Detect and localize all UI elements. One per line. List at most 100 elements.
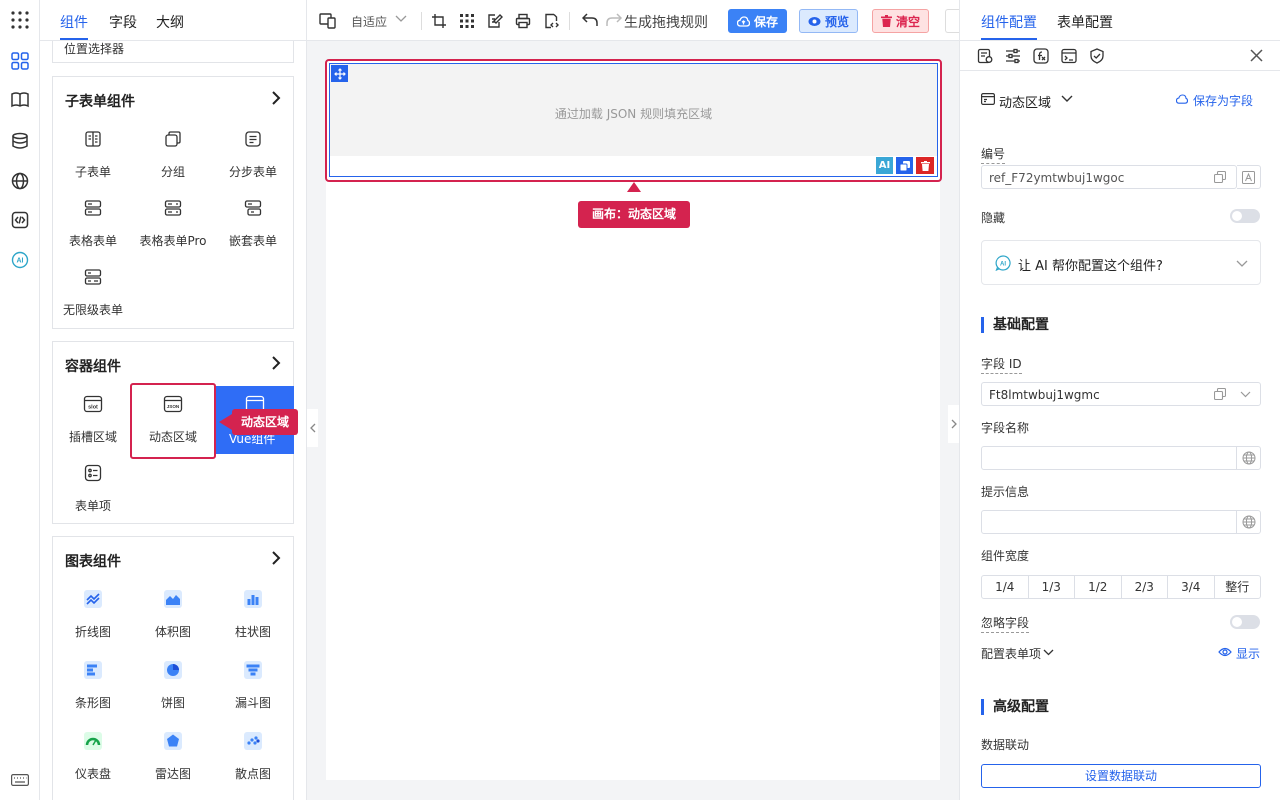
canvas[interactable]: 通过加载 JSON 规则填充区域 AI bbox=[325, 59, 942, 780]
width-option-1-3[interactable]: 1/3 bbox=[1029, 576, 1075, 598]
field-id-input[interactable]: Ft8lmtwbuj1wgmc bbox=[981, 382, 1261, 406]
divider bbox=[1236, 447, 1237, 469]
chevron-down-icon[interactable] bbox=[1043, 649, 1054, 656]
ignore-field-toggle[interactable] bbox=[1230, 615, 1260, 629]
save-as-field-link[interactable]: 保存为字段 bbox=[1193, 92, 1253, 109]
grid-dots-icon[interactable] bbox=[459, 13, 475, 29]
svg-text:slot: slot bbox=[88, 405, 98, 411]
divider bbox=[421, 12, 422, 30]
width-label: 组件宽度 bbox=[981, 549, 1030, 563]
globe-icon[interactable] bbox=[1242, 515, 1256, 529]
copy-icon[interactable] bbox=[1214, 388, 1226, 400]
form-item-config-label[interactable]: 配置表单项 bbox=[981, 645, 1041, 662]
generate-rules-button[interactable]: 生成拖拽规则 bbox=[624, 12, 708, 32]
hidden-toggle[interactable] bbox=[1230, 209, 1260, 223]
book-icon[interactable] bbox=[9, 89, 31, 111]
hint-input[interactable] bbox=[981, 510, 1261, 534]
width-option-1-2[interactable]: 1/2 bbox=[1075, 576, 1122, 598]
preview-button[interactable]: 预览 bbox=[799, 9, 859, 33]
print-icon[interactable] bbox=[515, 13, 531, 29]
globe-icon[interactable] bbox=[9, 170, 31, 192]
tab-components[interactable]: 组件 bbox=[60, 12, 88, 32]
nested-form-icon bbox=[243, 198, 263, 218]
chevron-down-icon[interactable] bbox=[1240, 391, 1251, 398]
keyboard-icon[interactable] bbox=[9, 769, 31, 791]
width-option-3-4[interactable]: 3/4 bbox=[1168, 576, 1215, 598]
sliders-icon[interactable] bbox=[1005, 48, 1021, 64]
chevron-down-icon[interactable] bbox=[1236, 260, 1248, 268]
gauge-chart-icon bbox=[83, 731, 103, 751]
component-nested-form[interactable]: 嵌套表单 bbox=[213, 184, 293, 252]
chart-radar[interactable]: 雷达图 bbox=[133, 717, 213, 785]
component-name[interactable]: 动态区域 bbox=[999, 92, 1051, 111]
chart-pie[interactable]: 饼图 bbox=[133, 646, 213, 714]
component-step-form[interactable]: 分步表单 bbox=[213, 115, 293, 183]
width-option-2-3[interactable]: 2/3 bbox=[1122, 576, 1168, 598]
eye-icon bbox=[808, 16, 821, 26]
component-group[interactable]: 分组 bbox=[133, 115, 213, 183]
clear-button[interactable]: 清空 bbox=[872, 9, 930, 33]
chart-funnel[interactable]: 漏斗图 bbox=[213, 646, 293, 714]
redo-icon[interactable] bbox=[606, 13, 622, 27]
line-chart-icon bbox=[83, 589, 103, 609]
tab-component-config[interactable]: 组件配置 bbox=[981, 12, 1037, 32]
chart-horizontal-bar[interactable]: 条形图 bbox=[53, 646, 133, 714]
ai-icon[interactable]: AI bbox=[9, 249, 31, 271]
field-name-input[interactable] bbox=[981, 446, 1261, 470]
chevron-down-icon[interactable] bbox=[395, 15, 407, 23]
tab-fields[interactable]: 字段 bbox=[109, 12, 137, 32]
toolbar: 自适应 生成拖拽规则 保存 预览 清空 bbox=[307, 0, 959, 41]
code-file-icon[interactable] bbox=[543, 13, 559, 29]
chart-area[interactable]: 体积图 bbox=[133, 575, 213, 643]
undo-icon[interactable] bbox=[582, 13, 598, 27]
show-link[interactable]: 显示 bbox=[1236, 645, 1260, 662]
shield-icon[interactable] bbox=[1089, 48, 1105, 64]
width-option-full[interactable]: 整行 bbox=[1215, 576, 1261, 598]
chart-bar[interactable]: 柱状图 bbox=[213, 575, 293, 643]
component-table-form-pro[interactable]: 表格表单Pro bbox=[133, 184, 213, 252]
chevron-down-icon[interactable] bbox=[1061, 95, 1073, 103]
collapse-right-handle[interactable] bbox=[948, 405, 959, 443]
tab-outline[interactable]: 大纲 bbox=[156, 12, 184, 32]
terminal-icon[interactable] bbox=[1061, 48, 1077, 64]
tab-form-config[interactable]: 表单配置 bbox=[1057, 12, 1113, 32]
chart-line[interactable]: 折线图 bbox=[53, 575, 133, 643]
copy-icon[interactable] bbox=[1214, 171, 1226, 183]
chevron-right-icon[interactable] bbox=[271, 356, 281, 370]
width-option-1-4[interactable]: 1/4 bbox=[982, 576, 1029, 598]
component-subform[interactable]: 子表单 bbox=[53, 115, 133, 183]
chevron-right-icon[interactable] bbox=[271, 551, 281, 565]
set-data-link-button[interactable]: 设置数据联动 bbox=[981, 764, 1261, 788]
components-icon[interactable] bbox=[9, 50, 31, 72]
id-input[interactable]: ref_F72ymtwbuj1wgoc bbox=[981, 165, 1237, 189]
left-rail: AI bbox=[0, 0, 40, 800]
component-table-form[interactable]: 表格表单 bbox=[53, 184, 133, 252]
crop-icon[interactable] bbox=[431, 13, 447, 29]
bar-chart-icon bbox=[243, 589, 263, 609]
adapt-select[interactable]: 自适应 bbox=[351, 13, 387, 30]
infinite-form-icon bbox=[83, 267, 103, 287]
function-icon[interactable] bbox=[1033, 48, 1049, 64]
edit-note-icon[interactable] bbox=[487, 13, 503, 29]
code-icon[interactable] bbox=[9, 209, 31, 231]
component-location-picker[interactable]: 位置选择器 bbox=[64, 41, 124, 57]
globe-icon[interactable] bbox=[1242, 451, 1256, 465]
props-icon[interactable] bbox=[977, 48, 993, 64]
font-icon[interactable] bbox=[1237, 165, 1261, 189]
database-icon[interactable] bbox=[9, 130, 31, 152]
device-icon[interactable] bbox=[319, 13, 337, 29]
chart-gauge[interactable]: 仪表盘 bbox=[53, 717, 133, 785]
overflow-button[interactable] bbox=[945, 9, 959, 33]
chart-scatter[interactable]: 散点图 bbox=[213, 717, 293, 785]
collapse-left-handle[interactable] bbox=[307, 409, 318, 447]
close-icon[interactable] bbox=[1250, 49, 1263, 62]
subform-icon bbox=[83, 129, 103, 149]
chevron-right-icon[interactable] bbox=[271, 91, 281, 105]
area-chart-icon bbox=[163, 589, 183, 609]
ai-config-panel[interactable]: AI 让 AI 帮你配置这个组件? bbox=[981, 240, 1261, 285]
save-button[interactable]: 保存 bbox=[728, 9, 788, 33]
component-form-item[interactable]: 表单项 bbox=[53, 449, 133, 517]
app-grid-icon[interactable] bbox=[9, 9, 31, 31]
component-infinite-form[interactable]: 无限级表单 bbox=[53, 253, 133, 321]
component-slot-area[interactable]: slot 插槽区域 bbox=[53, 380, 133, 448]
